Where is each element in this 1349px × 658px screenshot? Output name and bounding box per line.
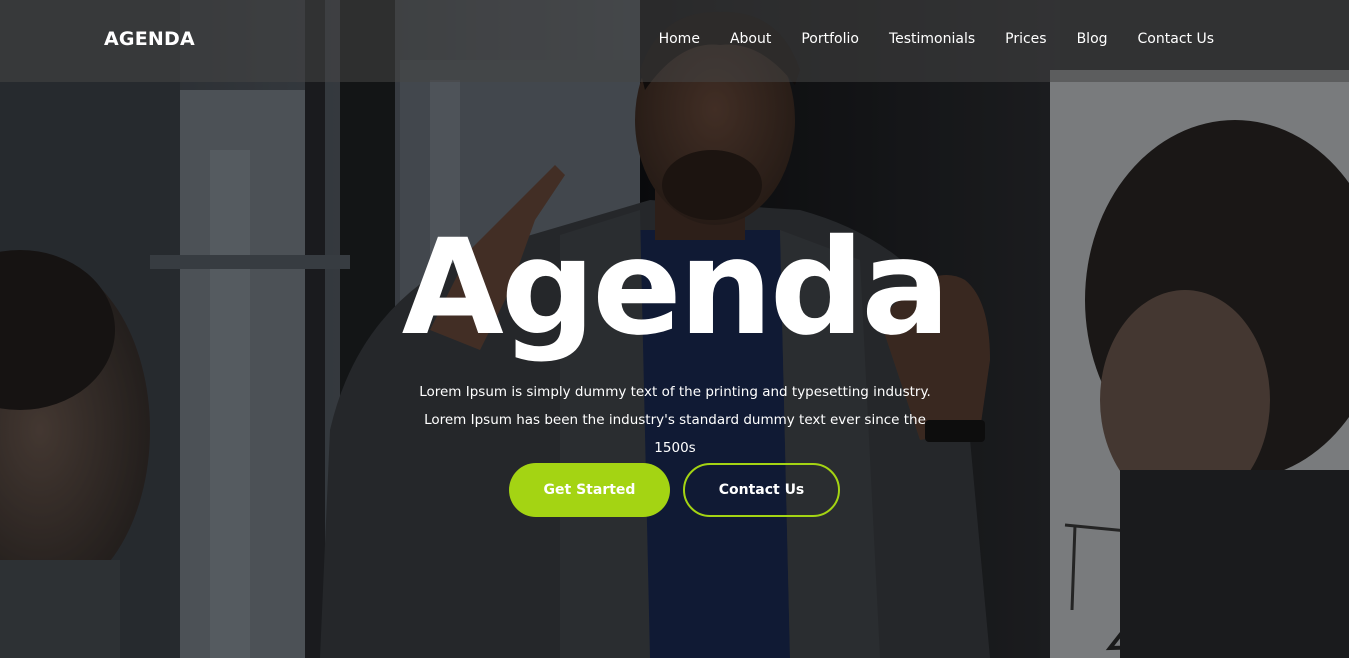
nav-item-home[interactable]: Home: [659, 31, 700, 47]
hero-subtitle: Lorem Ipsum is simply dummy text of the …: [419, 384, 931, 456]
nav-item-blog[interactable]: Blog: [1077, 31, 1108, 47]
top-navbar: AGENDA Home About Portfolio Testimonials…: [0, 0, 1349, 82]
brand-logo[interactable]: AGENDA: [104, 28, 195, 50]
main-navigation: Home About Portfolio Testimonials Prices…: [629, 31, 1214, 47]
nav-item-testimonials[interactable]: Testimonials: [889, 31, 975, 47]
nav-item-about[interactable]: About: [730, 31, 771, 47]
nav-item-portfolio[interactable]: Portfolio: [801, 31, 859, 47]
hero-section: AGENDA Home About Portfolio Testimonials…: [0, 0, 1349, 658]
nav-item-contact-us[interactable]: Contact Us: [1138, 31, 1214, 47]
contact-us-button[interactable]: Contact Us: [683, 463, 840, 517]
get-started-button[interactable]: Get Started: [509, 463, 670, 517]
hero-title: Agenda: [401, 211, 951, 365]
nav-item-prices[interactable]: Prices: [1005, 31, 1046, 47]
